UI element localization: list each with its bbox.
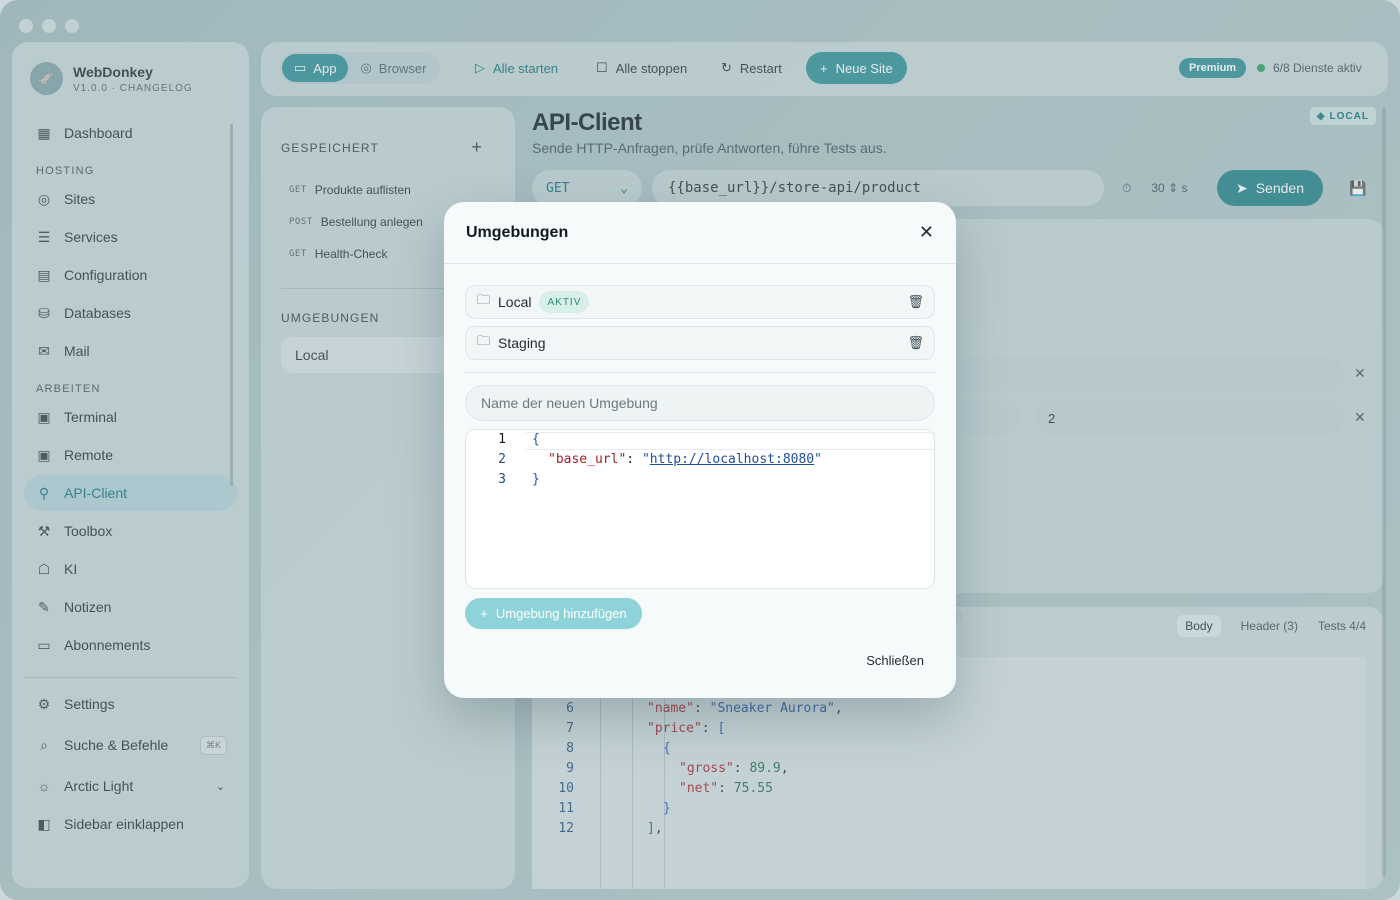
trash-icon[interactable]: 🗑 [907, 294, 924, 310]
environment-row-local[interactable]: 🗀 Local AKTIV 🗑 [465, 285, 935, 319]
folder-icon: 🗀 [477, 292, 491, 307]
close-icon[interactable]: ✕ [919, 222, 934, 243]
environment-name: Staging [498, 335, 546, 351]
line-number: 3 [498, 472, 506, 487]
line-number: 1 [498, 432, 506, 447]
environment-name: Local [498, 294, 532, 310]
plus-icon: + [480, 606, 488, 621]
close-button[interactable]: Schließen [866, 653, 924, 668]
add-environment-label: Umgebung hinzufügen [495, 606, 627, 621]
environments-modal: Umgebungen ✕ 🗀 Local AKTIV 🗑 🗀 Staging 🗑… [444, 202, 956, 698]
environment-row-staging[interactable]: 🗀 Staging 🗑 [465, 326, 935, 360]
editor-line: 2 "base_url": "http://localhost:8080" [466, 452, 822, 472]
current-line-highlight [526, 432, 934, 450]
trash-icon[interactable]: 🗑 [907, 335, 924, 351]
modal-header: Umgebungen ✕ [444, 202, 956, 264]
editor-line: 1 { [466, 432, 540, 452]
line-text: { [532, 432, 540, 447]
environment-json-editor[interactable]: 1 { 2 "base_url": "http://localhost:8080… [465, 429, 935, 589]
active-badge: AKTIV [539, 291, 590, 313]
json-url-link[interactable]: http://localhost:8080 [650, 452, 814, 467]
json-key: "base_url" [548, 452, 627, 467]
line-number: 2 [498, 452, 506, 467]
modal-title: Umgebungen [466, 223, 569, 241]
add-environment-button[interactable]: + Umgebung hinzufügen [465, 598, 642, 629]
editor-line: 3 } [466, 472, 540, 492]
folder-icon: 🗀 [477, 333, 491, 348]
line-text: "base_url": "http://localhost:8080" [548, 452, 822, 467]
modal-divider [465, 372, 935, 373]
new-environment-name-input[interactable] [465, 385, 935, 421]
app-window: 🫏 WebDonkey V1.0.0 · CHANGELOG ▦ Dashboa… [0, 0, 1400, 900]
line-text: } [532, 472, 540, 487]
